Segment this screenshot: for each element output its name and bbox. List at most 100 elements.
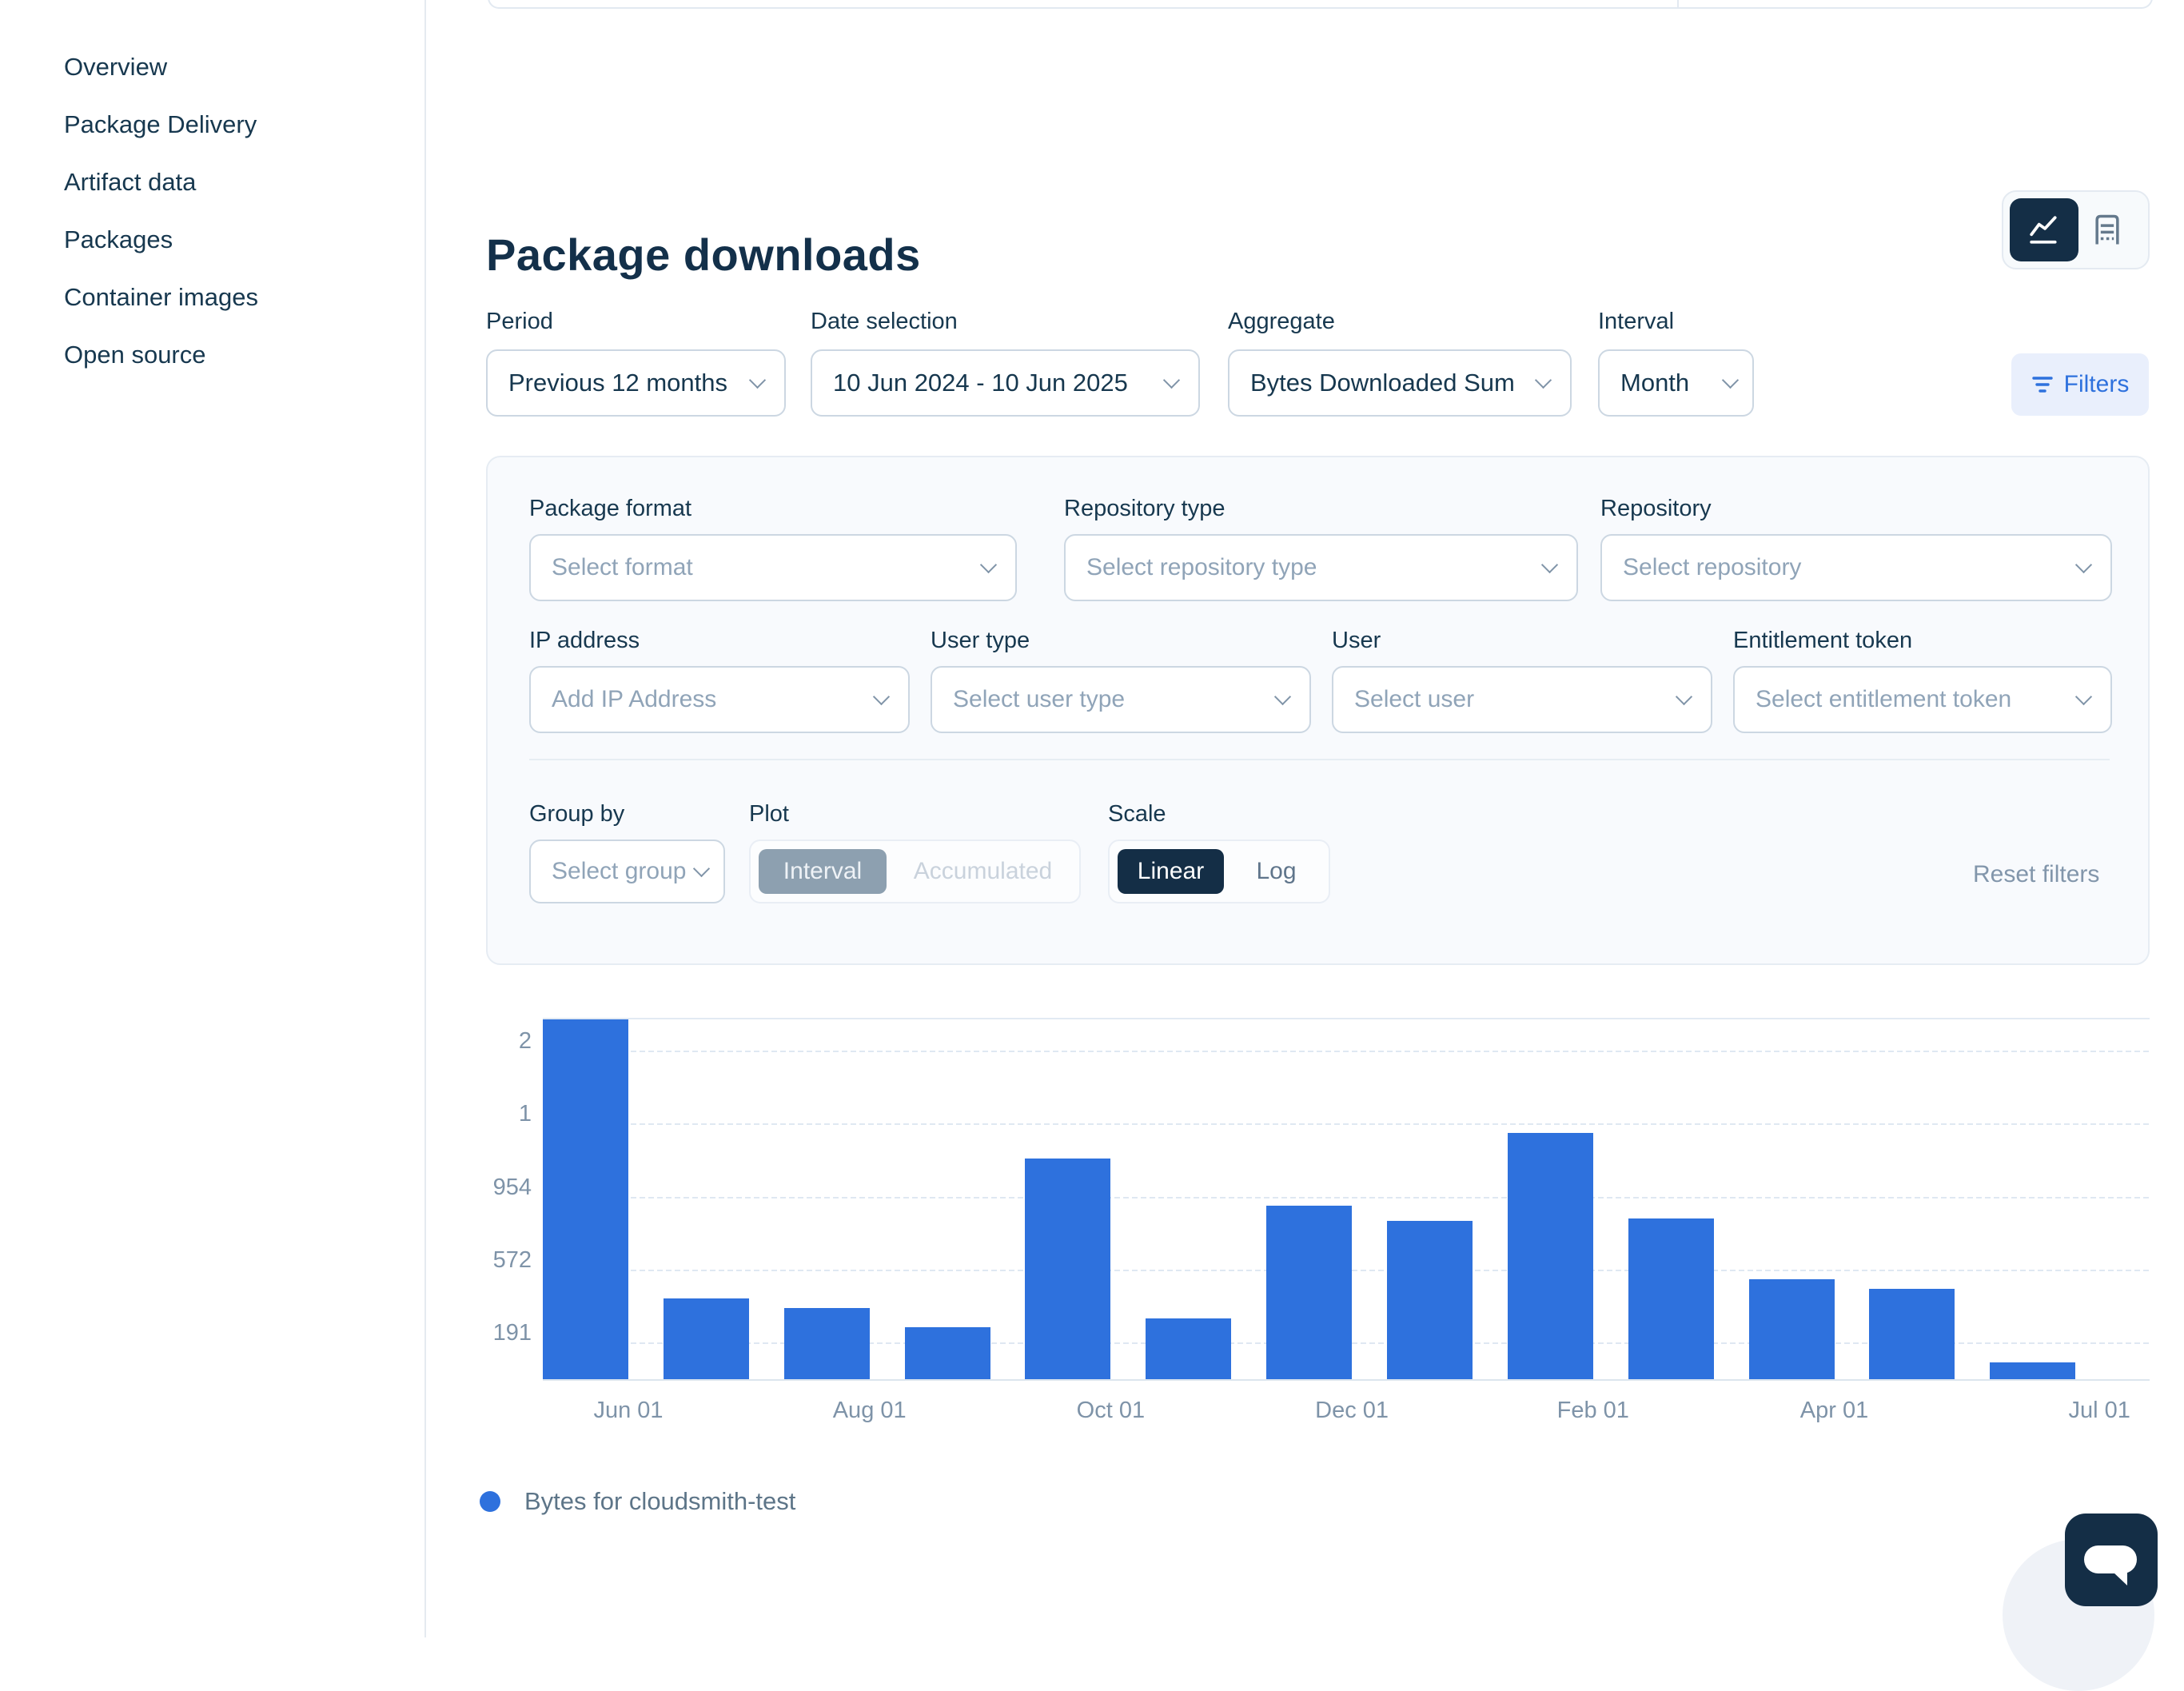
scale-option-linear[interactable]: Linear — [1118, 849, 1224, 894]
view-toggle — [2002, 190, 2150, 269]
x-axis-labels: Jun 01Aug 01Oct 01Dec 01Feb 01Apr 01Jul … — [543, 1398, 2150, 1430]
x-axis-tick: Jun 01 — [564, 1398, 692, 1424]
filter-icon — [2031, 375, 2054, 394]
chart-bar[interactable] — [905, 1327, 990, 1379]
period-label: Period — [486, 309, 553, 335]
repository-type-label: Repository type — [1064, 496, 1226, 522]
chevron-down-icon — [1163, 372, 1180, 389]
page-title: Package downloads — [486, 229, 921, 281]
scale-label: Scale — [1108, 801, 1166, 828]
user-type-select[interactable]: Select user type — [931, 666, 1311, 733]
chart-bar[interactable] — [1869, 1289, 1955, 1379]
y-axis-tick: 2 — [332, 1027, 532, 1055]
chat-bubble-tail — [2113, 1572, 2127, 1585]
filters-button[interactable]: Filters — [2011, 353, 2149, 416]
plot-option-interval[interactable]: Interval — [759, 849, 887, 894]
chart-bar[interactable] — [1266, 1206, 1352, 1379]
date-selection-label: Date selection — [811, 309, 958, 335]
scale-segmented-control: Linear Log — [1108, 840, 1330, 903]
package-format-select[interactable]: Select format — [529, 534, 1017, 601]
chevron-down-icon — [2075, 556, 2092, 573]
chart-gridline — [543, 1123, 2150, 1125]
aggregate-label: Aggregate — [1228, 309, 1335, 335]
x-axis-tick: Oct 01 — [1046, 1398, 1174, 1424]
chart-bar[interactable] — [784, 1308, 870, 1379]
legend-series-label: Bytes for cloudsmith-test — [524, 1487, 795, 1516]
interval-label: Interval — [1598, 309, 1674, 335]
user-type-label: User type — [931, 628, 1030, 654]
chevron-down-icon — [1722, 372, 1739, 389]
x-axis-tick: Dec 01 — [1288, 1398, 1416, 1424]
chart-legend: Bytes for cloudsmith-test — [480, 1487, 795, 1516]
chat-button[interactable] — [2065, 1514, 2158, 1606]
chevron-down-icon — [1676, 688, 1692, 705]
legend-dot-icon — [480, 1491, 500, 1512]
ip-address-select[interactable]: Add IP Address — [529, 666, 910, 733]
y-axis-tick: 954 — [332, 1174, 532, 1201]
chevron-down-icon — [2075, 688, 2092, 705]
sidebar-item-packages[interactable]: Packages — [64, 221, 258, 259]
entitlement-token-label: Entitlement token — [1733, 628, 1912, 654]
user-select[interactable]: Select user — [1332, 666, 1712, 733]
chart-bar[interactable] — [1025, 1159, 1110, 1379]
chevron-down-icon — [1274, 688, 1291, 705]
report-view-button[interactable] — [2073, 198, 2142, 261]
plot-segmented-control: Interval Accumulated — [749, 840, 1081, 903]
date-selection-select[interactable]: 10 Jun 2024 - 10 Jun 2025 — [811, 349, 1200, 417]
card-divider — [1677, 0, 1679, 7]
sidebar-item-artifact-data[interactable]: Artifact data — [64, 163, 258, 201]
sidebar-list: Overview Package Delivery Artifact data … — [64, 48, 258, 374]
filter-panel: Package format Select format Repository … — [486, 456, 2150, 965]
chart-view-button[interactable] — [2010, 198, 2078, 261]
bar-chart-plot-area — [543, 1018, 2150, 1381]
repository-label: Repository — [1600, 496, 1712, 522]
sidebar-item-container-images[interactable]: Container images — [64, 278, 258, 317]
chevron-down-icon — [749, 372, 766, 389]
x-axis-tick: Jul 01 — [2035, 1398, 2163, 1424]
group-by-select[interactable]: Select group — [529, 840, 725, 903]
package-format-label: Package format — [529, 496, 691, 522]
aggregate-select[interactable]: Bytes Downloaded Sum — [1228, 349, 1572, 417]
chart-gridline — [543, 1197, 2150, 1198]
chart-bar[interactable] — [543, 1019, 628, 1379]
scale-option-log[interactable]: Log — [1232, 841, 1321, 902]
x-axis-tick: Apr 01 — [1771, 1398, 1899, 1424]
y-axis-tick: 191 — [332, 1319, 532, 1346]
chart-bar[interactable] — [1628, 1218, 1714, 1379]
chat-bubble-icon — [2084, 1545, 2137, 1573]
sidebar: Overview Package Delivery Artifact data … — [0, 0, 426, 1637]
chart-bar[interactable] — [1146, 1318, 1231, 1379]
ip-address-label: IP address — [529, 628, 640, 654]
y-axis-tick: 572 — [332, 1246, 532, 1274]
interval-select[interactable]: Month — [1598, 349, 1754, 417]
period-select[interactable]: Previous 12 months — [486, 349, 786, 417]
x-axis-tick: Feb 01 — [1529, 1398, 1657, 1424]
y-axis-tick: 1 — [332, 1100, 532, 1127]
plot-option-accumulated[interactable]: Accumulated — [895, 841, 1071, 902]
chart-bar[interactable] — [1508, 1133, 1593, 1379]
report-icon — [2092, 213, 2122, 247]
user-label: User — [1332, 628, 1381, 654]
repository-type-select[interactable]: Select repository type — [1064, 534, 1578, 601]
plot-label: Plot — [749, 801, 789, 828]
chevron-down-icon — [693, 860, 710, 877]
chevron-down-icon — [873, 688, 890, 705]
line-chart-icon — [2027, 214, 2062, 246]
chart-bar[interactable] — [1387, 1221, 1473, 1379]
previous-card-bottom-edge — [488, 0, 2153, 9]
sidebar-item-package-delivery[interactable]: Package Delivery — [64, 106, 258, 144]
sidebar-item-overview[interactable]: Overview — [64, 48, 258, 86]
chevron-down-icon — [1535, 372, 1552, 389]
reset-filters-button[interactable]: Reset filters — [1973, 861, 2099, 888]
chart-bar[interactable] — [1990, 1362, 2075, 1379]
chart-bar[interactable] — [1749, 1279, 1835, 1379]
x-axis-tick: Aug 01 — [806, 1398, 934, 1424]
repository-select[interactable]: Select repository — [1600, 534, 2112, 601]
chart-bar[interactable] — [664, 1298, 749, 1379]
chevron-down-icon — [980, 556, 997, 573]
chevron-down-icon — [1541, 556, 1558, 573]
chart-gridline — [543, 1051, 2150, 1052]
panel-divider — [529, 759, 2110, 760]
sidebar-item-open-source[interactable]: Open source — [64, 336, 258, 374]
entitlement-token-select[interactable]: Select entitlement token — [1733, 666, 2112, 733]
